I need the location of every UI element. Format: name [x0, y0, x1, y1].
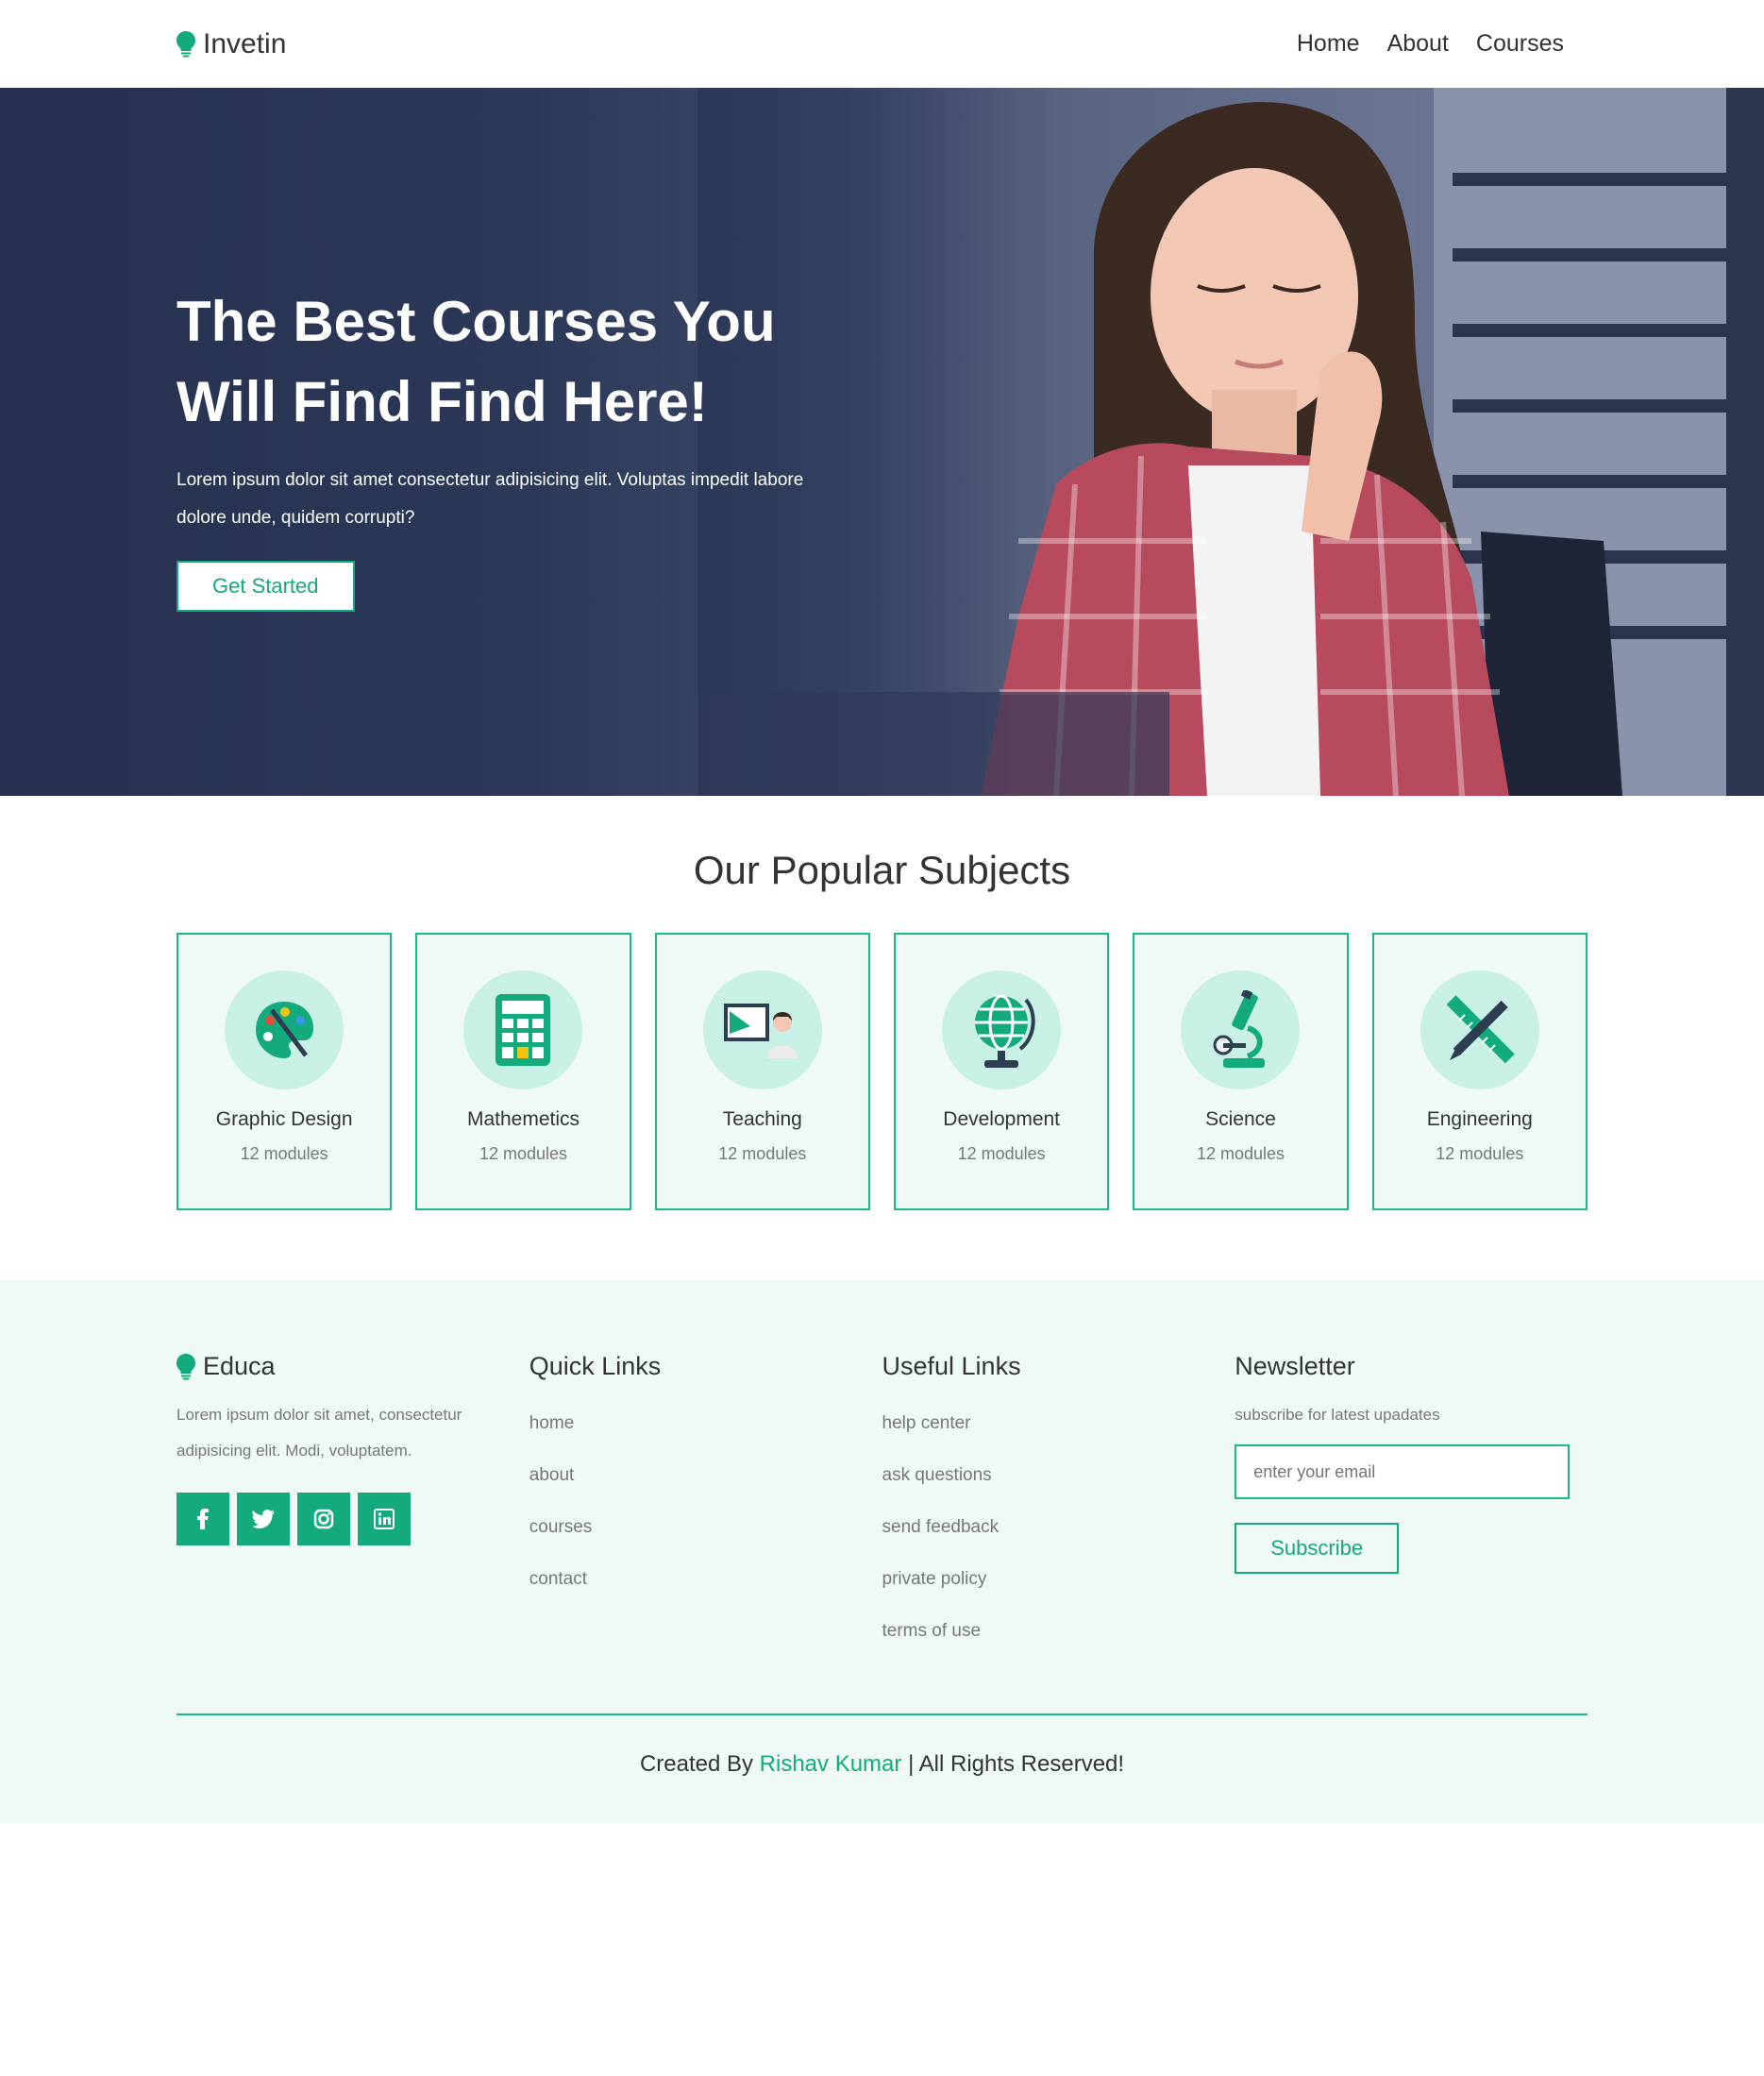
nav-link-courses[interactable]: Courses	[1476, 30, 1564, 58]
footer-newsletter: Newsletter subscribe for latest upadates…	[1235, 1352, 1588, 1657]
footer-link-private-policy[interactable]: private policy	[882, 1553, 1235, 1605]
footer-divider	[176, 1713, 1588, 1715]
calculator-icon	[463, 970, 583, 1089]
subject-cards: Graphic Design 12 modules Mathemetics 12…	[176, 933, 1588, 1210]
hero-title: The Best Courses You Will Find Find Here…	[176, 281, 818, 442]
footer-useful-links: Useful Links help center ask questions s…	[882, 1352, 1235, 1657]
subject-card-engineering[interactable]: Engineering 12 modules	[1371, 933, 1588, 1210]
card-meta: 12 modules	[1196, 1144, 1285, 1163]
linkedin-icon[interactable]	[358, 1493, 411, 1545]
footer-brand[interactable]: Educa	[176, 1352, 529, 1381]
subject-card-development[interactable]: Development 12 modules	[893, 933, 1110, 1210]
main-nav: Home About Courses	[1297, 30, 1564, 58]
microscope-icon	[1181, 970, 1301, 1089]
nav-link-about[interactable]: About	[1387, 30, 1449, 58]
twitter-icon[interactable]	[237, 1493, 290, 1545]
get-started-button[interactable]: Get Started	[176, 561, 355, 612]
ruler-pencil-icon	[1420, 970, 1539, 1089]
card-title: Graphic Design	[215, 1108, 353, 1130]
site-footer: Educa Lorem ipsum dolor sit amet, consec…	[0, 1280, 1764, 1823]
hero-title-line1: The Best Courses You	[176, 290, 776, 353]
hero-description: Lorem ipsum dolor sit amet consectetur a…	[176, 470, 804, 528]
palette-icon	[225, 970, 344, 1089]
subject-card-mathemetics[interactable]: Mathemetics 12 modules	[415, 933, 631, 1210]
card-meta: 12 modules	[1436, 1144, 1524, 1163]
facebook-icon[interactable]	[176, 1493, 229, 1545]
brand-name: Invetin	[203, 27, 287, 59]
hero-title-line2: Will Find Find Here!	[176, 370, 708, 433]
footer-link-send-feedback[interactable]: send feedback	[882, 1501, 1235, 1553]
card-meta: 12 modules	[718, 1144, 807, 1163]
footer-link-home[interactable]: home	[529, 1397, 882, 1449]
section-heading: Our Popular Subjects	[693, 848, 1071, 892]
card-title: Mathemetics	[466, 1108, 580, 1130]
subject-card-graphic-design[interactable]: Graphic Design 12 modules	[176, 933, 393, 1210]
quick-links-heading: Quick Links	[529, 1352, 662, 1380]
card-title: Teaching	[722, 1108, 802, 1130]
email-input[interactable]	[1235, 1444, 1571, 1499]
card-title: Science	[1205, 1108, 1276, 1130]
credit-author-link[interactable]: Rishav Kumar	[760, 1751, 902, 1777]
card-meta: 12 modules	[240, 1144, 328, 1163]
nav-link-home[interactable]: Home	[1297, 30, 1360, 58]
footer-quick-links: Quick Links home about courses contact	[529, 1352, 882, 1657]
teacher-board-icon	[702, 970, 822, 1089]
site-header: Invetin Home About Courses	[0, 0, 1764, 88]
brand-logo[interactable]: Invetin	[176, 28, 286, 60]
card-title: Development	[943, 1108, 1061, 1130]
lightbulb-icon	[176, 1353, 195, 1379]
newsletter-subtitle: subscribe for latest upadates	[1235, 1406, 1440, 1424]
footer-link-help-center[interactable]: help center	[882, 1397, 1235, 1449]
footer-link-contact[interactable]: contact	[529, 1553, 882, 1605]
footer-brand-name: Educa	[203, 1352, 276, 1380]
footer-link-terms-of-use[interactable]: terms of use	[882, 1605, 1235, 1657]
footer-link-ask-questions[interactable]: ask questions	[882, 1449, 1235, 1501]
subject-card-teaching[interactable]: Teaching 12 modules	[654, 933, 870, 1210]
card-meta: 12 modules	[957, 1144, 1046, 1163]
footer-credit: Created By Rishav Kumar | All Rights Res…	[176, 1751, 1588, 1778]
credit-prefix: Created By	[639, 1751, 753, 1777]
footer-link-courses[interactable]: courses	[529, 1501, 882, 1553]
instagram-icon[interactable]	[297, 1493, 350, 1545]
footer-about: Educa Lorem ipsum dolor sit amet, consec…	[176, 1352, 529, 1657]
subscribe-button[interactable]: Subscribe	[1235, 1523, 1400, 1574]
lightbulb-icon	[176, 30, 195, 57]
subject-card-science[interactable]: Science 12 modules	[1133, 933, 1349, 1210]
footer-link-about[interactable]: about	[529, 1449, 882, 1501]
footer-about-text: Lorem ipsum dolor sit amet, consectetur …	[176, 1406, 462, 1460]
newsletter-heading: Newsletter	[1235, 1352, 1355, 1380]
globe-icon	[942, 970, 1062, 1089]
card-meta: 12 modules	[479, 1144, 568, 1163]
useful-links-heading: Useful Links	[882, 1352, 1021, 1380]
social-links	[176, 1493, 529, 1545]
card-title: Engineering	[1426, 1108, 1533, 1130]
hero-content: The Best Courses You Will Find Find Here…	[176, 281, 818, 612]
hero-banner: The Best Courses You Will Find Find Here…	[0, 88, 1764, 796]
credit-suffix: | All Rights Reserved!	[908, 1751, 1125, 1777]
